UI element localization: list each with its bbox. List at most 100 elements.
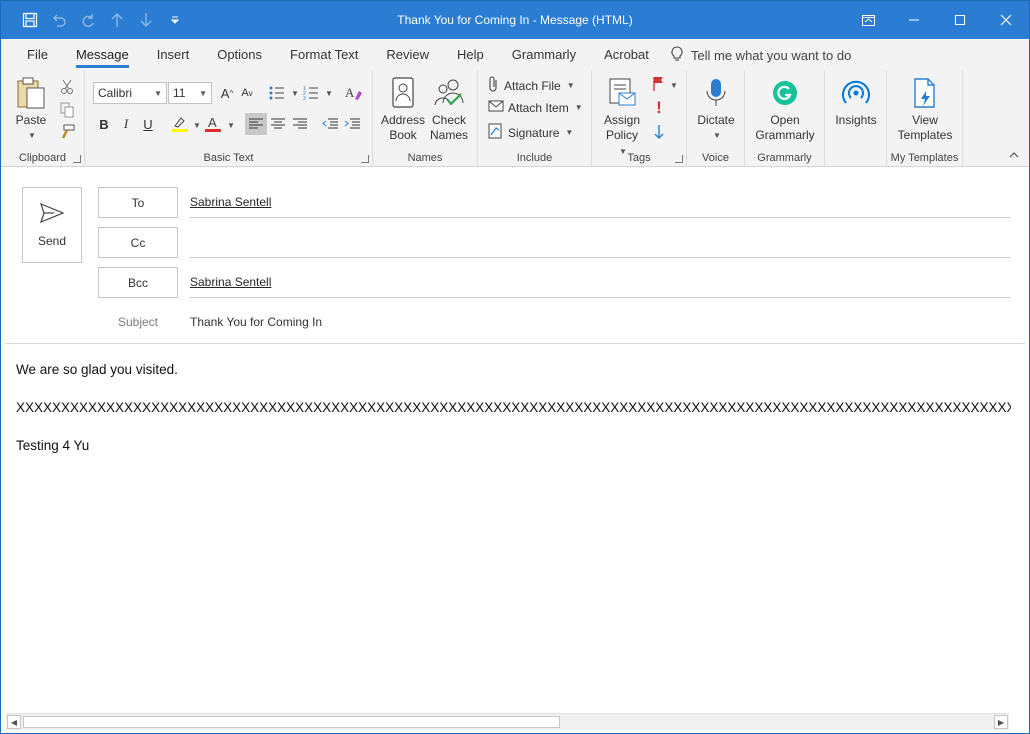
font-color-dropdown-icon[interactable]: ▼ [227, 121, 235, 130]
address-book-label-1: Address [380, 113, 426, 127]
tags-group-label: Tags [627, 152, 651, 164]
tell-me-search[interactable]: Tell me what you want to do [671, 45, 851, 65]
ribbon: Paste ▼ Clipboard Calibri ▼ 11 ▼ A ^ A v… [1, 71, 1029, 167]
tab-format-text[interactable]: Format Text [276, 39, 372, 71]
font-color-icon[interactable]: A [202, 113, 224, 135]
chevron-down-icon: ▼ [565, 128, 574, 137]
clipboard-group: Paste ▼ Clipboard [1, 71, 85, 167]
copy-icon[interactable] [56, 99, 78, 121]
dictate-dropdown-icon[interactable]: ▼ [713, 128, 721, 143]
voice-group: Dictate ▼ Voice [687, 71, 745, 167]
bcc-button[interactable]: Bcc [98, 267, 178, 298]
tab-help[interactable]: Help [443, 39, 498, 71]
insights-button[interactable]: Insights [831, 75, 881, 128]
flag-dropdown-icon[interactable]: ▼ [670, 81, 678, 90]
signature-button[interactable]: Signature ▼ [488, 123, 573, 142]
bcc-field[interactable]: Sabrina Sentell [190, 267, 1010, 298]
tab-review[interactable]: Review [372, 39, 443, 71]
numbering-icon[interactable]: 123 [300, 82, 322, 104]
attach-item-button[interactable]: Attach Item ▼ [488, 99, 583, 116]
bcc-recipient[interactable]: Sabrina Sentell [190, 275, 271, 289]
cc-button[interactable]: Cc [98, 227, 178, 258]
basic-text-launcher-icon[interactable] [361, 155, 369, 163]
follow-up-flag-icon[interactable] [648, 73, 670, 95]
subject-field[interactable]: Thank You for Coming In [190, 315, 322, 329]
scrollbar-thumb[interactable] [23, 716, 560, 728]
horizontal-scrollbar[interactable]: ◀ ▶ [6, 713, 1009, 730]
align-right-icon[interactable] [289, 113, 311, 135]
high-importance-icon[interactable]: ! [648, 97, 670, 119]
collapse-ribbon-icon[interactable] [1009, 150, 1019, 162]
font-size-combo[interactable]: 11 ▼ [168, 82, 212, 104]
scroll-right-icon[interactable]: ▶ [994, 715, 1008, 729]
outlook-message-window: Thank You for Coming In - Message (HTML)… [0, 0, 1030, 734]
view-templates-label-2: Templates [897, 128, 953, 142]
chevron-down-icon: ▼ [566, 81, 575, 90]
bullets-icon[interactable] [266, 82, 288, 104]
svg-text:A: A [345, 85, 355, 100]
align-center-icon[interactable] [267, 113, 289, 135]
tab-options[interactable]: Options [203, 39, 276, 71]
chevron-down-icon: ▼ [154, 88, 162, 98]
to-recipient[interactable]: Sabrina Sentell [190, 195, 271, 209]
format-painter-icon[interactable] [56, 121, 78, 143]
insights-icon [840, 75, 872, 111]
tab-message[interactable]: Message [62, 39, 143, 71]
grammarly-group-label: Grammarly [757, 152, 812, 164]
scroll-left-icon[interactable]: ◀ [7, 715, 21, 729]
address-book-button[interactable]: Address Book [379, 75, 427, 143]
tags-launcher-icon[interactable] [675, 155, 683, 163]
paste-button[interactable]: Paste ▼ [11, 75, 51, 143]
assign-policy-button[interactable]: Assign Policy ▼ [600, 75, 644, 159]
attach-item-label: Attach Item [508, 100, 569, 115]
low-importance-icon[interactable] [648, 121, 670, 143]
body-line-signoff: Testing 4 Yu [16, 438, 90, 453]
view-templates-button[interactable]: View Templates [891, 75, 959, 143]
highlight-icon[interactable] [169, 113, 191, 135]
ribbon-tabs: File Message Insert Options Format Text … [1, 39, 1029, 71]
increase-indent-icon[interactable] [341, 113, 363, 135]
cc-field[interactable] [190, 227, 1010, 258]
italic-button[interactable]: I [115, 113, 137, 135]
basic-text-group: Calibri ▼ 11 ▼ A ^ Av ▼ 123 ▼ A B I U ▼ … [85, 71, 373, 167]
to-button[interactable]: To [98, 187, 178, 218]
message-body[interactable]: We are so glad you visited. XXXXXXXXXXXX… [16, 354, 1011, 468]
check-names-button[interactable]: Check Names [427, 75, 471, 143]
attach-file-button[interactable]: Attach File ▼ [488, 75, 575, 96]
align-left-icon[interactable] [245, 113, 267, 135]
assign-policy-icon [607, 75, 637, 111]
cut-icon[interactable] [56, 76, 78, 98]
highlight-dropdown-icon[interactable]: ▼ [193, 121, 201, 130]
clipboard-launcher-icon[interactable] [73, 155, 81, 163]
font-name-combo[interactable]: Calibri ▼ [93, 82, 167, 104]
underline-button[interactable]: U [137, 113, 159, 135]
body-line-placeholder: XXXXXXXXXXXXXXXXXXXXXXXXXXXXXXXXXXXXXXXX… [16, 400, 1011, 415]
paste-dropdown-icon[interactable]: ▼ [28, 128, 36, 143]
tab-file[interactable]: File [13, 39, 62, 71]
decrease-indent-icon[interactable] [319, 113, 341, 135]
shrink-font-icon[interactable]: Av [236, 82, 258, 104]
ribbon-display-options-icon[interactable] [845, 1, 891, 39]
close-icon[interactable] [983, 1, 1029, 39]
tab-grammarly[interactable]: Grammarly [498, 39, 590, 71]
send-label: Send [37, 233, 67, 248]
title-separator: - [529, 13, 541, 27]
include-group-label: Include [516, 152, 553, 164]
minimize-icon[interactable] [891, 1, 937, 39]
maximize-icon[interactable] [937, 1, 983, 39]
grow-font-icon[interactable]: A ^ [216, 82, 238, 104]
tab-insert[interactable]: Insert [143, 39, 204, 71]
open-grammarly-label-1: Open [770, 113, 800, 127]
send-button[interactable]: Send [22, 187, 82, 263]
dictate-button[interactable]: Dictate ▼ [693, 75, 739, 143]
tab-acrobat[interactable]: Acrobat [590, 39, 663, 71]
clear-formatting-icon[interactable]: A [343, 82, 365, 104]
my-templates-group-label: My Templates [890, 152, 959, 164]
bold-button[interactable]: B [93, 113, 115, 135]
numbering-dropdown-icon[interactable]: ▼ [325, 89, 333, 98]
to-field[interactable]: Sabrina Sentell [190, 187, 1010, 218]
font-name-value: Calibri [98, 86, 133, 100]
svg-text:A: A [208, 115, 217, 130]
bullets-dropdown-icon[interactable]: ▼ [291, 89, 299, 98]
open-grammarly-button[interactable]: Open Grammarly [751, 75, 819, 143]
